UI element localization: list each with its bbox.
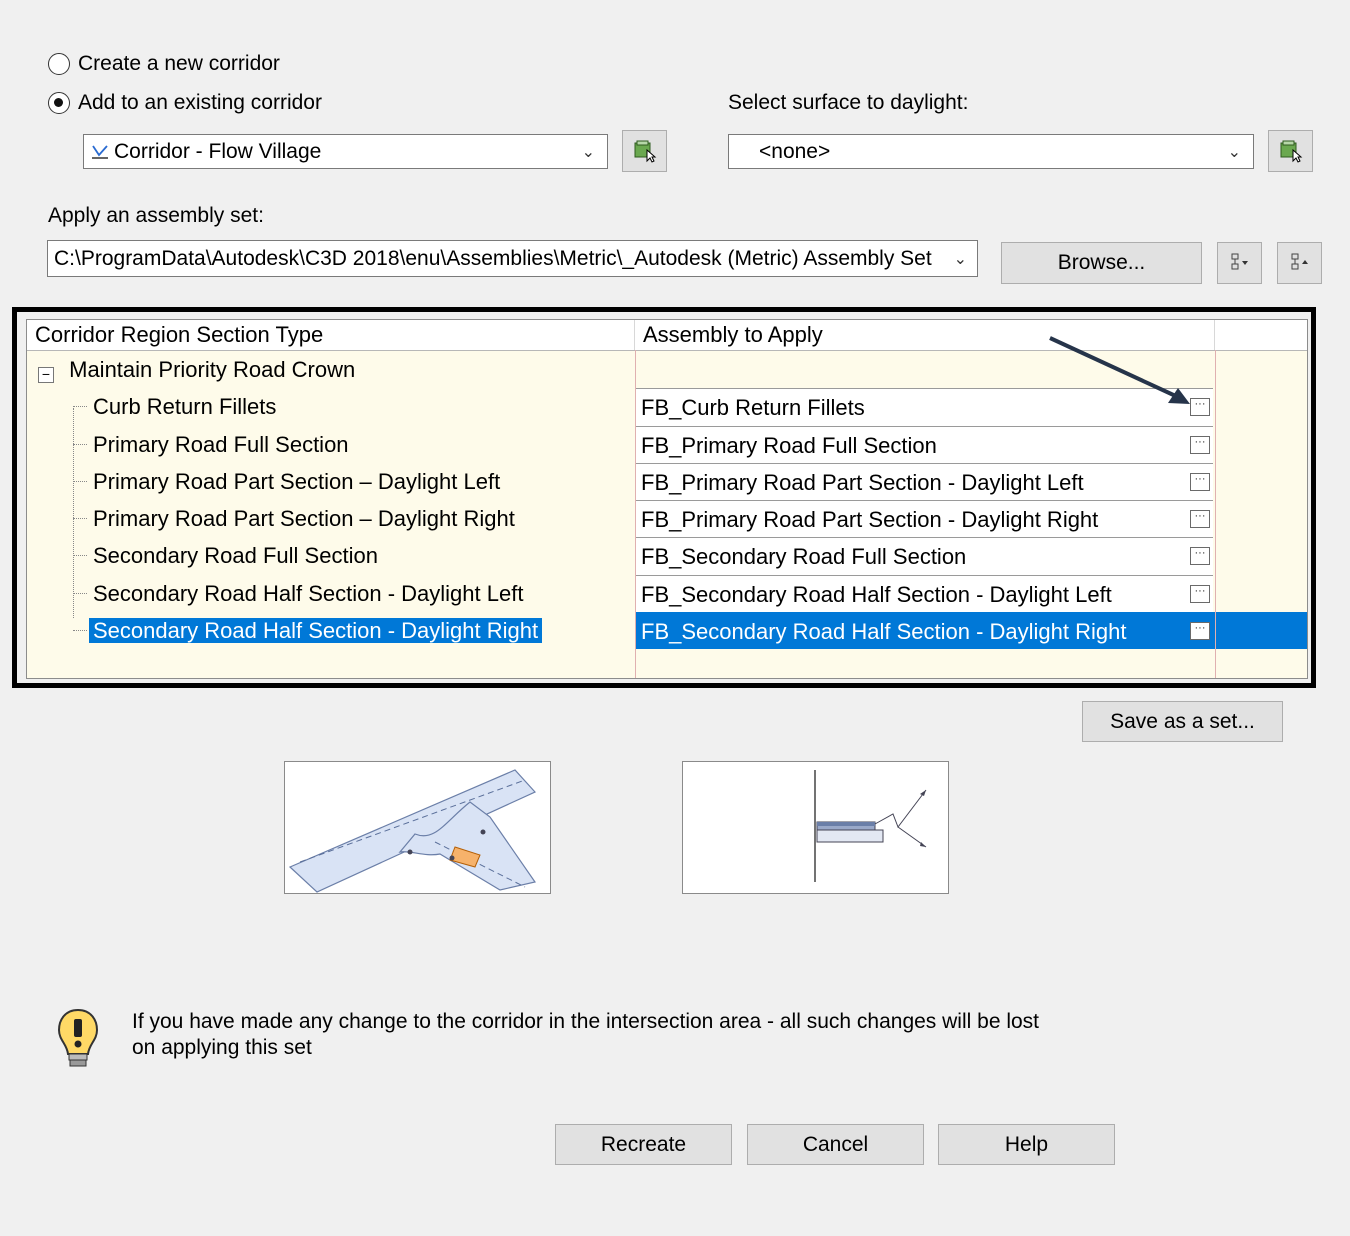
assembly-label: FB_Curb Return Fillets	[641, 395, 865, 421]
add-radio-circle[interactable]	[48, 92, 70, 114]
assembly-cell[interactable]: FB_Secondary Road Half Section - Dayligh…	[635, 612, 1213, 650]
section-type-cell[interactable]: Primary Road Full Section	[27, 426, 635, 463]
pick-corridor-button[interactable]	[622, 130, 667, 172]
assembly-cell[interactable]: FB_Secondary Road Half Section - Dayligh…	[635, 574, 1213, 613]
section-type-cell[interactable]: Secondary Road Full Section	[27, 537, 635, 574]
assembly-label: FB_Secondary Road Half Section - Dayligh…	[641, 581, 1112, 607]
create-radio-circle[interactable]	[48, 53, 70, 75]
section-type-label: Secondary Road Half Section - Daylight R…	[89, 618, 543, 644]
help-button[interactable]: Help	[938, 1124, 1115, 1165]
cancel-button[interactable]: Cancel	[747, 1124, 924, 1165]
section-preview-image	[682, 761, 949, 894]
section-type-label: Curb Return Fillets	[93, 394, 277, 420]
expand-tree-button[interactable]	[1217, 242, 1262, 284]
assembly-cell[interactable]: FB_Primary Road Part Section - Daylight …	[635, 462, 1213, 501]
assembly-set-path: C:\ProgramData\Autodesk\C3D 2018\enu\Ass…	[54, 246, 932, 270]
add-radio-label: Add to an existing corridor	[78, 91, 322, 114]
table-row[interactable]: Primary Road Full Section FB_Primary Road…	[27, 425, 1307, 463]
section-type-label: Primary Road Part Section – Daylight Rig…	[93, 506, 515, 532]
corridor-select-value: Corridor - Flow Village	[114, 139, 322, 163]
ellipsis-icon[interactable]: ···	[1190, 472, 1210, 491]
grid-rows: Curb Return Fillets FB_Curb Return Fillet…	[27, 388, 1307, 650]
ellipsis-icon[interactable]: ···	[1190, 510, 1210, 529]
table-row[interactable]: Secondary Road Half Section - Daylight L…	[27, 574, 1307, 613]
section-type-label: Primary Road Part Section – Daylight Lef…	[93, 468, 501, 494]
warning-message: If you have made any change to the corri…	[132, 1009, 1039, 1061]
daylight-surface-select[interactable]: <none> ⌄	[728, 134, 1254, 169]
chevron-down-icon: ⌄	[581, 143, 595, 161]
ellipsis-icon[interactable]: ···	[1190, 435, 1210, 454]
section-type-label: Secondary Road Full Section	[93, 543, 378, 569]
collapse-tree-button[interactable]	[1277, 242, 1322, 284]
assembly-set-label: Apply an assembly set:	[48, 204, 264, 227]
table-row[interactable]: Primary Road Part Section – Daylight Lef…	[27, 462, 1307, 501]
tree-expand-icon	[1231, 253, 1248, 270]
ellipsis-icon[interactable]: ···	[1190, 547, 1210, 566]
assembly-label: FB_Primary Road Full Section	[641, 432, 937, 458]
add-corridor-radio[interactable]: Add to an existing corridor	[48, 91, 322, 115]
daylight-select-value: <none>	[759, 139, 831, 163]
intersection-preview-image	[284, 761, 551, 894]
table-row[interactable]: Primary Road Part Section – Daylight Rig…	[27, 500, 1307, 538]
annotation-arrow	[1049, 336, 1190, 404]
pick-from-drawing-icon	[634, 140, 656, 163]
warning-line-2: on applying this set	[132, 1036, 312, 1059]
assembly-cell[interactable]: FB_Primary Road Full Section ···	[635, 425, 1213, 463]
chevron-down-icon: ⌄	[1227, 143, 1241, 161]
ellipsis-icon[interactable]: ···	[1190, 622, 1210, 641]
tree-collapse-toggle[interactable]: −	[38, 367, 54, 383]
group-label: Maintain Priority Road Crown	[69, 357, 356, 382]
assembly-set-path-select[interactable]: C:\ProgramData\Autodesk\C3D 2018\enu\Ass…	[47, 240, 978, 277]
section-type-label: Secondary Road Half Section - Daylight L…	[93, 580, 524, 606]
create-corridor-radio[interactable]: Create a new corridor	[48, 52, 280, 76]
browse-button[interactable]: Browse...	[1001, 242, 1202, 284]
assembly-label: FB_Primary Road Part Section - Daylight …	[641, 507, 1099, 533]
section-type-cell[interactable]: Secondary Road Half Section - Daylight L…	[27, 575, 635, 612]
assembly-cell[interactable]: FB_Secondary Road Full Section ···	[635, 537, 1213, 575]
tree-line	[73, 408, 74, 618]
lightbulb-icon	[57, 1008, 99, 1067]
corridor-select[interactable]: Corridor - Flow Village ⌄	[83, 134, 608, 169]
col-header-section-type[interactable]: Corridor Region Section Type	[27, 320, 635, 350]
tree-collapse-icon	[1291, 253, 1308, 270]
assembly-label: FB_Secondary Road Half Section - Dayligh…	[641, 619, 1127, 645]
assembly-label: FB_Primary Road Part Section - Daylight …	[641, 469, 1084, 495]
pick-surface-button[interactable]	[1268, 130, 1313, 172]
assembly-label: FB_Secondary Road Full Section	[641, 544, 967, 570]
section-type-label: Primary Road Full Section	[93, 431, 349, 457]
pick-from-drawing-icon	[1280, 140, 1302, 163]
recreate-button[interactable]: Recreate	[555, 1124, 732, 1165]
ellipsis-icon[interactable]: ···	[1190, 584, 1210, 603]
table-row[interactable]: Secondary Road Half Section - Daylight R…	[27, 612, 1307, 650]
section-type-cell[interactable]: Secondary Road Half Section - Daylight R…	[27, 612, 635, 649]
daylight-label: Select surface to daylight:	[728, 91, 969, 114]
table-row[interactable]: Secondary Road Full Section FB_Secondary …	[27, 537, 1307, 575]
corridor-icon	[90, 142, 110, 162]
save-as-set-button[interactable]: Save as a set...	[1082, 701, 1283, 742]
assembly-cell[interactable]: FB_Primary Road Part Section - Daylight …	[635, 500, 1213, 538]
section-type-cell[interactable]: Curb Return Fillets	[27, 388, 635, 425]
create-radio-label: Create a new corridor	[78, 52, 280, 75]
section-type-cell[interactable]: Primary Road Part Section – Daylight Rig…	[27, 500, 635, 537]
section-type-cell[interactable]: Primary Road Part Section – Daylight Lef…	[27, 463, 635, 500]
warning-line-1: If you have made any change to the corri…	[132, 1010, 1040, 1033]
chevron-down-icon: ⌄	[953, 250, 967, 268]
